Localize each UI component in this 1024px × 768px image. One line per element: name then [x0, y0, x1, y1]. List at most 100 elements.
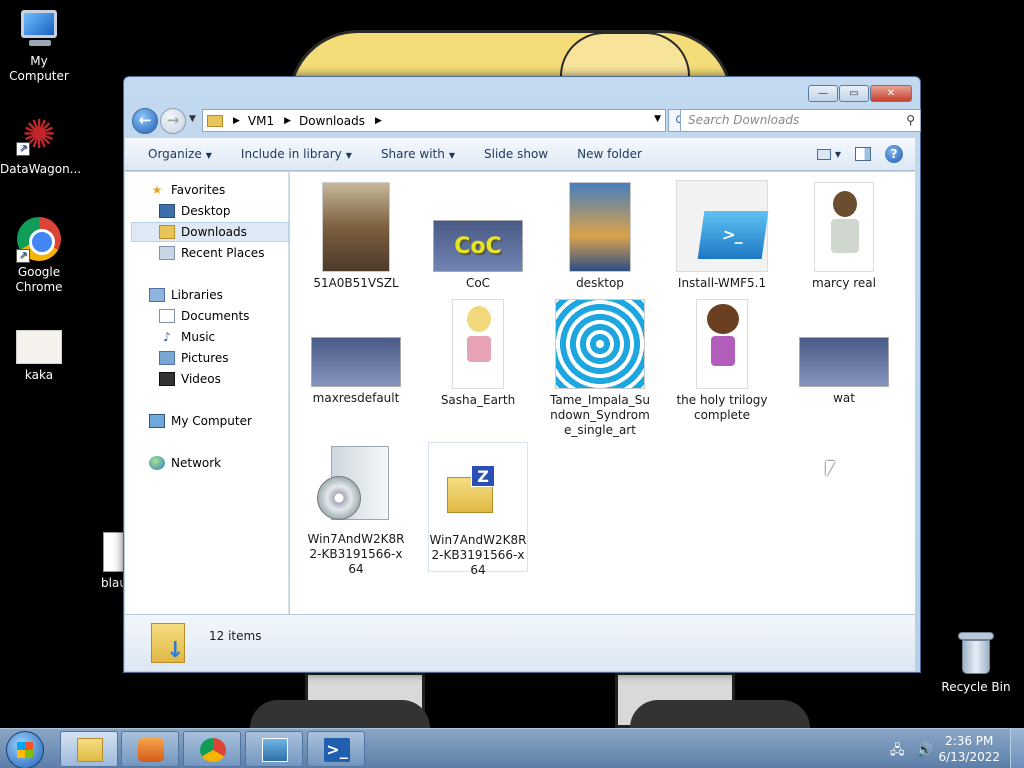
installer-icon	[313, 442, 399, 528]
file-item[interactable]: the holy trilogy complete	[672, 299, 772, 423]
breadcrumb-arrow-icon[interactable]: ▶	[284, 116, 291, 126]
file-name: marcy real	[812, 276, 876, 290]
nav-label: Videos	[181, 372, 221, 386]
desktop-icon-recycle-bin[interactable]: Recycle Bin	[936, 632, 1016, 695]
breadcrumb-arrow-icon[interactable]: ▶	[233, 116, 240, 126]
nav-label: My Computer	[171, 414, 252, 428]
navigation-pane: ★ Favorites Desktop Downloads Recent Plac…	[125, 172, 289, 614]
nav-label: Recent Places	[181, 246, 265, 260]
maximize-button[interactable]: ▭	[839, 85, 869, 102]
file-item[interactable]: 51A0B51VSZL	[306, 182, 406, 291]
search-icon[interactable]: ⚲	[906, 110, 915, 131]
nav-libraries[interactable]: Libraries	[149, 285, 307, 305]
chevron-down-icon: ▼	[205, 151, 212, 160]
compressed-folder-icon: Z	[443, 463, 513, 523]
media-player-icon	[138, 738, 164, 762]
file-name: Install-WMF5.1	[677, 276, 767, 290]
file-item[interactable]: CoC CoC	[428, 182, 528, 291]
include-in-library-label: Include in library	[240, 147, 342, 161]
taskbar-media-player-button[interactable]	[121, 731, 179, 767]
chrome-icon	[200, 738, 226, 762]
nav-label: Documents	[181, 309, 250, 323]
command-toolbar: Organize ▼ Include in library ▼ Share with…	[125, 138, 915, 171]
desktop-icon-label: Google Chrome	[15, 265, 63, 294]
powershell-script-icon: >_	[676, 180, 769, 272]
file-name: CoC	[465, 276, 491, 290]
close-button[interactable]: ✕	[870, 85, 912, 102]
file-item[interactable]: desktop	[550, 182, 650, 291]
image-thumbnail	[814, 182, 874, 272]
recent-places-icon	[159, 246, 175, 260]
nav-downloads[interactable]: Downloads	[131, 222, 289, 242]
organize-button[interactable]: Organize ▼	[148, 147, 212, 161]
document-icon	[103, 532, 125, 572]
desktop-icon-google-chrome[interactable]: ↗ Google Chrome	[0, 217, 78, 295]
file-item[interactable]: Sasha_Earth	[428, 299, 528, 408]
picture-icon	[262, 738, 288, 762]
preview-pane-icon[interactable]	[855, 147, 871, 161]
breadcrumb-arrow-icon[interactable]: ▶	[375, 116, 382, 126]
breadcrumb-vm1[interactable]: VM1	[248, 114, 274, 128]
desktop-icon-kaka[interactable]: kaka	[0, 330, 78, 383]
nav-network[interactable]: Network	[149, 453, 307, 473]
clock[interactable]: 2:36 PM 6/13/2022	[938, 733, 1000, 765]
file-name: Tame_Impala_Sundown_Syndrome_single_art	[550, 393, 650, 437]
slide-show-button[interactable]: Slide show	[484, 147, 548, 161]
file-item[interactable]: maxresdefault	[306, 299, 406, 406]
taskbar-powershell-button[interactable]: >_	[307, 731, 365, 767]
folder-icon	[207, 114, 223, 127]
nav-favorites[interactable]: ★ Favorites	[149, 180, 307, 200]
desktop-icon-label: Recycle Bin	[941, 680, 1011, 694]
chevron-down-icon: ▼	[345, 151, 352, 160]
back-button[interactable]: ←	[132, 108, 158, 134]
file-item[interactable]: Z Win7AndW2K8R2-KB3191566-x64	[428, 442, 528, 577]
file-name: maxresdefault	[312, 391, 400, 405]
item-count: 12 items	[209, 629, 262, 643]
taskbar: >_ 🖧 🔊 2:36 PM 6/13/2022	[0, 728, 1024, 768]
explorer-window: — ▭ ✕ ← → ▼ ▶ VM1 ▶ Downloads ▶ ▼ ⟳ Sear…	[123, 76, 921, 673]
file-item[interactable]: >_ Install-WMF5.1	[672, 180, 772, 291]
file-name: Sasha_Earth	[440, 393, 516, 407]
nav-label: Music	[181, 330, 216, 344]
recent-pages-dropdown-icon[interactable]: ▼	[189, 114, 196, 124]
file-item[interactable]: Win7AndW2K8R2-KB3191566-x64	[306, 442, 406, 577]
show-desktop-button[interactable]	[1010, 729, 1024, 768]
file-item[interactable]: wat	[794, 299, 894, 406]
image-thumbnail	[452, 299, 504, 389]
breadcrumb-downloads[interactable]: Downloads	[299, 114, 365, 128]
network-icon	[149, 456, 165, 470]
share-with-button[interactable]: Share with ▼	[381, 147, 455, 161]
desktop-icon-label: DataWagon...	[0, 162, 82, 176]
search-input[interactable]: Search Downloads ⚲	[680, 109, 921, 132]
share-with-label: Share with	[380, 147, 445, 161]
pictures-icon	[159, 351, 175, 365]
nav-my-computer[interactable]: My Computer	[149, 411, 307, 431]
help-icon[interactable]: ?	[885, 145, 903, 163]
videos-icon	[159, 372, 175, 386]
new-folder-button[interactable]: New folder	[577, 147, 642, 161]
forward-button[interactable]: →	[160, 108, 186, 134]
minimize-button[interactable]: —	[808, 85, 838, 102]
network-tray-icon[interactable]: 🖧	[890, 743, 905, 758]
mouse-cursor-icon	[826, 461, 835, 477]
wallpaper-shoe-left	[250, 700, 430, 728]
nav-label: Pictures	[181, 351, 229, 365]
file-name: desktop	[576, 276, 624, 290]
taskbar-chrome-button[interactable]	[183, 731, 241, 767]
taskbar-explorer-button[interactable]	[60, 731, 118, 767]
desktop-icon-datawagon[interactable]: ✺ ↗ DataWagon...	[0, 112, 82, 177]
start-button[interactable]	[6, 731, 44, 768]
change-view-icon[interactable]	[816, 148, 831, 160]
include-in-library-button[interactable]: Include in library ▼	[241, 147, 352, 161]
chevron-down-icon[interactable]: ▼	[835, 150, 841, 159]
file-item[interactable]: Tame_Impala_Sundown_Syndrome_single_art	[550, 299, 650, 438]
address-dropdown-icon[interactable]: ▼	[654, 114, 661, 124]
desktop-icon-my-computer[interactable]: My Computer	[0, 10, 78, 84]
file-item[interactable]: marcy real	[794, 182, 894, 291]
folder-icon	[77, 738, 103, 762]
taskbar-photo-viewer-button[interactable]	[245, 731, 303, 767]
wallpaper-hair-highlight	[560, 32, 690, 76]
address-bar[interactable]: ▶ VM1 ▶ Downloads ▶ ▼	[202, 109, 666, 132]
volume-icon[interactable]: 🔊	[917, 743, 933, 758]
nav-label: Libraries	[171, 288, 223, 302]
